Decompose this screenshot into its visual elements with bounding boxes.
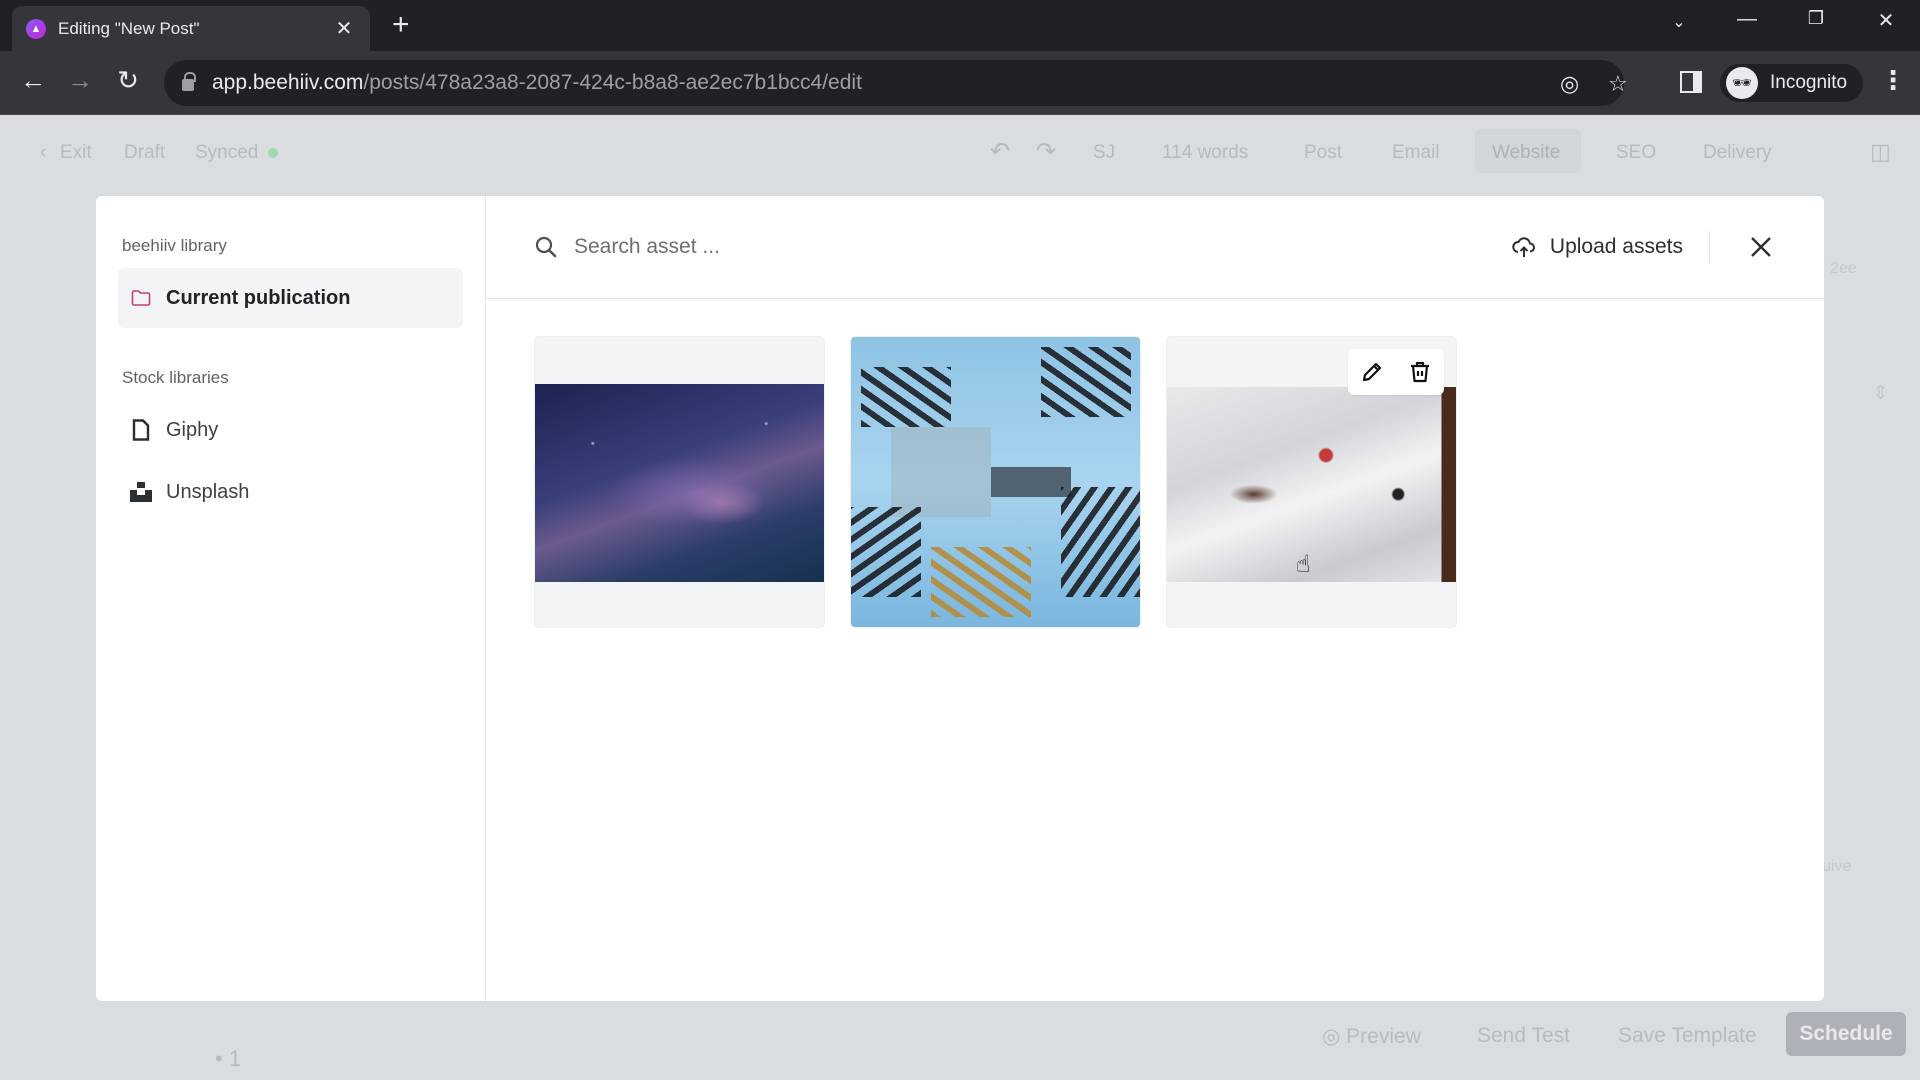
- browser-toolbar: ← → ↻ app.beehiiv.com/posts/478a23a8-208…: [0, 51, 1920, 115]
- search-asset-input[interactable]: [574, 235, 1512, 259]
- new-tab-icon[interactable]: +: [392, 10, 410, 40]
- exit-chevron-icon: ‹: [40, 142, 47, 163]
- sync-label: Synced: [195, 142, 259, 163]
- sidebar-item-label: Giphy: [166, 418, 219, 441]
- schedule-button[interactable]: Schedule: [1786, 1012, 1906, 1056]
- header-divider: [1709, 231, 1710, 263]
- tab-seo[interactable]: SEO: [1616, 142, 1656, 164]
- asset-card[interactable]: [850, 336, 1141, 628]
- tracking-blocked-eye-icon[interactable]: ◎: [1560, 71, 1579, 97]
- lock-icon[interactable]: [182, 72, 196, 91]
- bookmark-star-icon[interactable]: ☆: [1608, 71, 1628, 97]
- undo-icon[interactable]: ↶: [990, 137, 1010, 166]
- edit-pencil-icon[interactable]: [1360, 360, 1384, 384]
- sidebar-item-giphy[interactable]: Giphy: [118, 400, 463, 460]
- asset-card-hovered[interactable]: [1166, 336, 1457, 628]
- beehiiv-favicon-icon: ▲: [26, 18, 46, 39]
- window-close-icon[interactable]: ✕: [1866, 8, 1906, 33]
- incognito-icon: 🕶: [1726, 67, 1758, 99]
- synced-dot-icon: [268, 148, 279, 158]
- sidebar-item-label: Unsplash: [166, 480, 250, 503]
- close-icon: [1751, 237, 1771, 257]
- asset-thumbnail-station: [851, 337, 1140, 627]
- asset-grid: [534, 336, 1457, 628]
- sidebar-item-label: Current publication: [166, 286, 351, 309]
- draft-status: Draft: [124, 142, 166, 163]
- upload-assets-button[interactable]: Upload assets: [1512, 235, 1683, 259]
- author-avatar: SJ: [1093, 142, 1116, 163]
- forward-icon[interactable]: →: [62, 65, 98, 96]
- asset-library-modal: beehiiv library Current publication Stoc…: [96, 196, 1824, 1001]
- sidebar-item-current-publication[interactable]: Current publication: [118, 268, 463, 328]
- search-icon: [535, 236, 557, 258]
- url-host: app.beehiiv.com: [212, 71, 364, 94]
- editor-footer: ◎ Preview Send Test Save Template Schedu…: [1260, 1000, 1920, 1080]
- delete-trash-icon[interactable]: [1408, 360, 1432, 384]
- sidebar-item-unsplash[interactable]: Unsplash: [118, 462, 463, 522]
- asset-card[interactable]: [534, 336, 825, 628]
- browser-tab-bar: ▲ Editing "New Post" ✕ + ⌄ — ❐ ✕: [0, 0, 1920, 51]
- eye-icon: ◎: [1322, 1025, 1347, 1048]
- redo-icon[interactable]: ↷: [1036, 137, 1056, 166]
- editor-top-bar: ‹ Exit Draft Synced ↶ ↷ SJ 114 words Pos…: [0, 115, 1920, 190]
- send-test-button[interactable]: Send Test: [1477, 1024, 1570, 1048]
- ghost-select-chevron-icon: ⇕: [1872, 382, 1889, 404]
- tab-website[interactable]: Website: [1492, 142, 1560, 164]
- reload-icon[interactable]: ↻: [110, 65, 146, 96]
- incognito-profile-button[interactable]: 🕶 Incognito: [1720, 64, 1864, 102]
- tab-search-chevron-icon[interactable]: ⌄: [1659, 12, 1699, 32]
- tab-email[interactable]: Email: [1392, 142, 1440, 164]
- address-bar[interactable]: app.beehiiv.com/posts/478a23a8-2087-424c…: [164, 60, 1628, 106]
- close-modal-button[interactable]: [1746, 232, 1776, 262]
- list-bullet-text: 1: [228, 1046, 242, 1071]
- back-icon[interactable]: ←: [15, 65, 51, 96]
- sync-status: Synced: [195, 142, 279, 164]
- asset-thumbnail-space: [535, 384, 824, 582]
- browser-tab[interactable]: ▲ Editing "New Post" ✕: [12, 6, 370, 51]
- ghost-text: uive: [1822, 858, 1852, 875]
- asset-browser: Upload assets: [486, 196, 1824, 1001]
- tab-title: Editing "New Post": [58, 18, 200, 38]
- word-count: 114 words: [1162, 142, 1249, 163]
- side-panel-icon[interactable]: [1680, 71, 1702, 93]
- list-bullet: • 1: [215, 1046, 242, 1071]
- url-path: /posts/478a23a8-2087-424c-b8a8-ae2ec7b1b…: [363, 71, 862, 94]
- browser-menu-icon[interactable]: ⋮: [1880, 65, 1906, 96]
- ghost-text: 2ee: [1830, 260, 1857, 277]
- folder-icon: [130, 289, 152, 307]
- preview-button[interactable]: ◎ Preview: [1322, 1024, 1421, 1049]
- tab-post[interactable]: Post: [1304, 142, 1342, 164]
- tab-close-icon[interactable]: ✕: [332, 16, 356, 41]
- library-sidebar: beehiiv library Current publication Stoc…: [96, 196, 486, 1001]
- restore-icon[interactable]: ❐: [1796, 8, 1836, 29]
- incognito-label: Incognito: [1770, 72, 1848, 93]
- save-template-button[interactable]: Save Template: [1618, 1024, 1757, 1048]
- asset-thumbnail-magazine: [1167, 387, 1456, 582]
- tab-delivery[interactable]: Delivery: [1703, 142, 1772, 164]
- exit-button[interactable]: Exit: [60, 142, 92, 164]
- cloud-upload-icon: [1512, 237, 1535, 257]
- toggle-sidebar-icon[interactable]: ◫: [1870, 139, 1891, 165]
- asset-actions: [1348, 349, 1444, 395]
- stock-libraries-heading: Stock libraries: [122, 368, 229, 387]
- upload-assets-label: Upload assets: [1549, 235, 1683, 258]
- hand-cursor-icon: ☝: [1296, 551, 1311, 578]
- minimize-icon[interactable]: —: [1727, 8, 1767, 31]
- asset-browser-header: Upload assets: [486, 196, 1824, 299]
- unsplash-icon: [130, 482, 152, 502]
- library-heading: beehiiv library: [122, 236, 227, 255]
- file-icon: [130, 419, 152, 441]
- preview-label: Preview: [1346, 1025, 1421, 1048]
